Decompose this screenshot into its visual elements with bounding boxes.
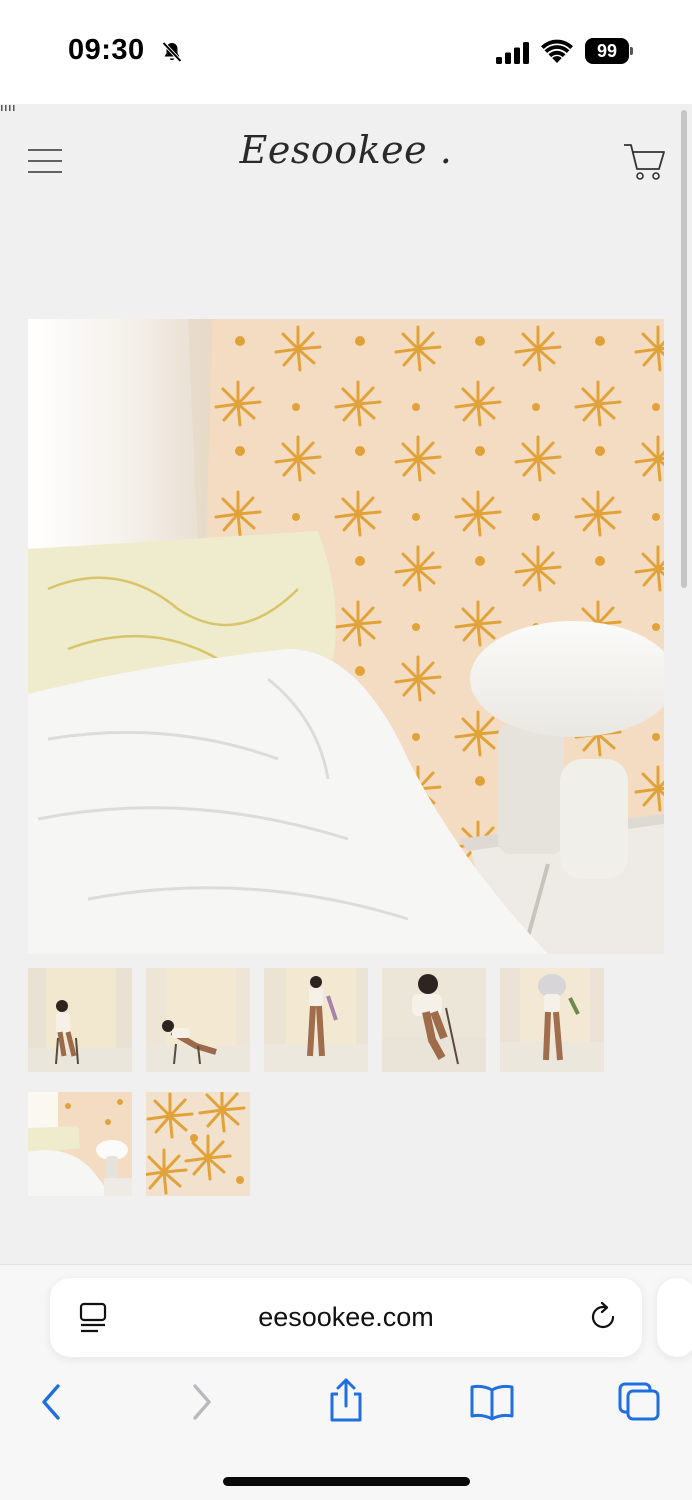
product-thumbnail[interactable] [146,1092,250,1196]
battery-tip [630,47,633,55]
page-scrollbar[interactable] [681,110,687,588]
home-indicator[interactable] [223,1477,470,1486]
bookmarks-icon[interactable] [469,1382,515,1422]
share-icon[interactable] [323,1378,369,1422]
product-thumbnail[interactable] [382,968,486,1072]
back-icon[interactable] [30,1382,76,1422]
address-bar[interactable]: eesookee.com [50,1278,642,1357]
product-thumbnail[interactable] [146,968,250,1072]
battery-level: 99 [585,38,629,64]
status-time: 09:30 [68,34,145,66]
reload-icon[interactable] [588,1302,618,1332]
product-thumbnail[interactable] [28,1092,132,1196]
forward-icon[interactable] [180,1382,226,1422]
brand-logo[interactable]: Eesookee . [0,128,692,172]
tabs-icon[interactable] [616,1382,662,1422]
battery-icon: 99 [585,38,633,64]
product-thumbnail[interactable] [28,968,132,1072]
url-text[interactable]: eesookee.com [50,1302,642,1333]
bell-slash-icon [162,41,182,63]
shopping-cart-icon[interactable] [622,140,666,182]
wifi-icon [541,39,573,63]
next-tab-preview[interactable] [657,1278,692,1357]
cellular-signal-icon [496,42,529,64]
scroll-marker [1,105,15,111]
product-thumbnail[interactable] [500,968,604,1072]
product-thumbnail[interactable] [264,968,368,1072]
product-main-image[interactable] [28,319,664,954]
status-bar: 09:30 99 [0,0,692,104]
